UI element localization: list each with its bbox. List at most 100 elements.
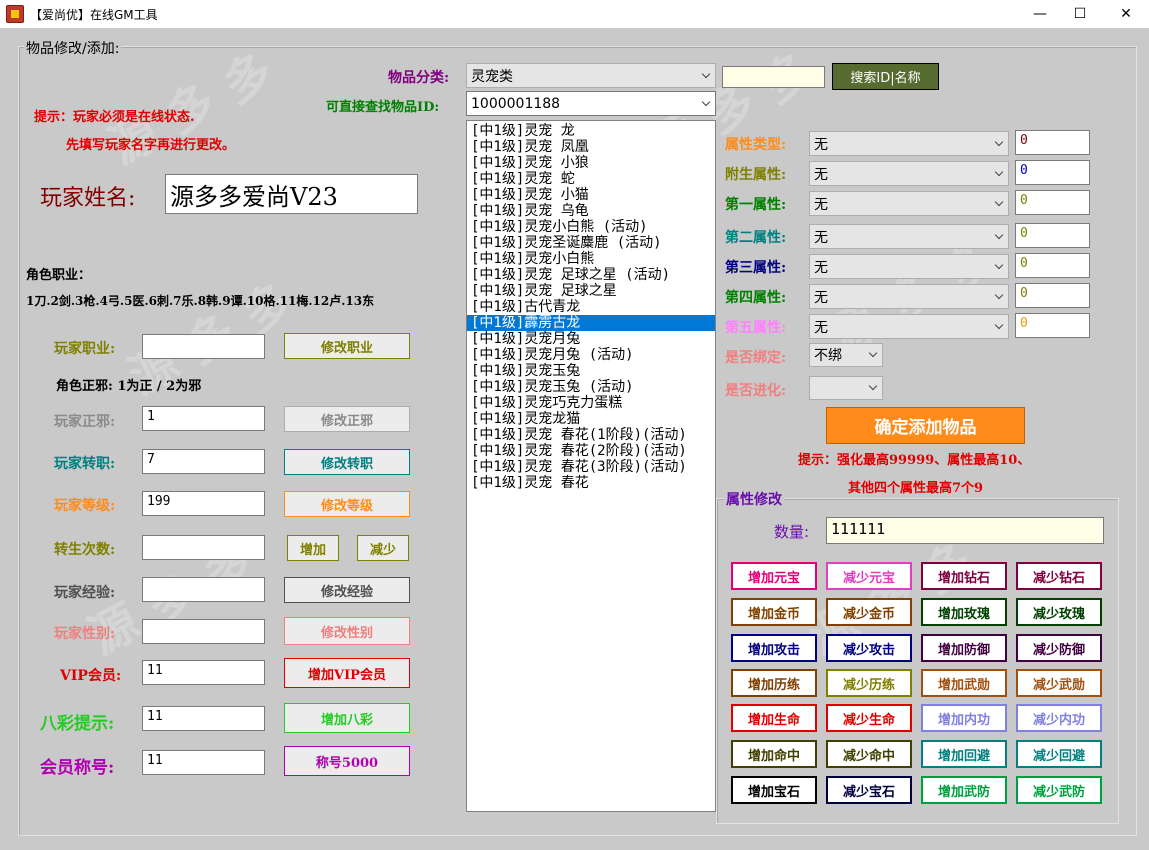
member-title-button[interactable]: 称号5000: [284, 746, 410, 776]
modify-job-button[interactable]: 修改职业: [284, 333, 410, 359]
modify-exp-button[interactable]: 修改经验: [284, 577, 410, 603]
attribute-mod-button[interactable]: 减少元宝: [826, 562, 912, 590]
evolve-select[interactable]: [809, 376, 883, 400]
attribute-mod-button[interactable]: 减少金币: [826, 598, 912, 626]
chevron-down-icon: [701, 71, 711, 81]
list-item[interactable]: [中1级]灵宠 龙: [467, 123, 715, 139]
attribute-select[interactable]: 无: [809, 191, 1009, 216]
attribute-mod-button[interactable]: 增加武勋: [921, 669, 1007, 697]
job-input[interactable]: [142, 334, 265, 359]
attribute-mod-button[interactable]: 增加生命: [731, 704, 817, 732]
list-item[interactable]: [中1级]灵宠 春花(3阶段)(活动): [467, 459, 715, 475]
attribute-number-input[interactable]: 0: [1015, 130, 1090, 155]
attribute-mod-button[interactable]: 增加历练: [731, 669, 817, 697]
attribute-mod-button[interactable]: 增加金币: [731, 598, 817, 626]
list-item[interactable]: [中1级]古代青龙: [467, 299, 715, 315]
attribute-mod-button[interactable]: 减少武勋: [1016, 669, 1102, 697]
align-input[interactable]: 1: [142, 406, 265, 431]
chevron-down-icon: [994, 139, 1004, 149]
attribute-mod-button[interactable]: 减少攻击: [826, 634, 912, 662]
add-rainbow-button[interactable]: 增加八彩: [284, 703, 410, 733]
attribute-mod-button[interactable]: 减少回避: [1016, 740, 1102, 768]
list-item[interactable]: [中1级]灵宠 乌龟: [467, 203, 715, 219]
attribute-number-input[interactable]: 0: [1015, 253, 1090, 278]
attribute-select[interactable]: 无: [809, 131, 1009, 156]
attribute-mod-button[interactable]: 减少宝石: [826, 776, 912, 804]
member-title-input[interactable]: 11: [142, 750, 265, 775]
bind-select[interactable]: 不绑: [809, 343, 883, 367]
attribute-mod-button[interactable]: 增加命中: [731, 740, 817, 768]
modify-align-button[interactable]: 修改正邪: [284, 406, 410, 432]
attribute-select[interactable]: 无: [809, 314, 1009, 339]
list-item[interactable]: [中1级]灵宠 春花: [467, 475, 715, 491]
exp-input[interactable]: [142, 577, 265, 602]
qty-input[interactable]: 111111: [826, 517, 1104, 544]
vip-input[interactable]: 11: [142, 660, 265, 685]
rebirth-input[interactable]: [142, 535, 265, 560]
list-item[interactable]: [中1级]霹雳古龙: [467, 315, 715, 331]
attribute-number-input[interactable]: 0: [1015, 160, 1090, 185]
attribute-mod-button[interactable]: 减少内功: [1016, 704, 1102, 732]
modify-transfer-button[interactable]: 修改转职: [284, 449, 410, 475]
list-item[interactable]: [中1级]灵宠 小猫: [467, 187, 715, 203]
search-button[interactable]: 搜索ID|名称: [832, 63, 939, 90]
attribute-mod-button[interactable]: 减少历练: [826, 669, 912, 697]
list-item[interactable]: [中1级]灵宠玉兔 (活动): [467, 379, 715, 395]
attribute-mod-button[interactable]: 增加攻击: [731, 634, 817, 662]
player-name-input[interactable]: 源多多爱尚V23: [165, 174, 418, 214]
attribute-number-input[interactable]: 0: [1015, 283, 1090, 308]
attribute-mod-button[interactable]: 增加宝石: [731, 776, 817, 804]
attribute-mod-button[interactable]: 增加内功: [921, 704, 1007, 732]
attribute-mod-button[interactable]: 增加元宝: [731, 562, 817, 590]
attribute-mod-button[interactable]: 减少生命: [826, 704, 912, 732]
attribute-mod-button[interactable]: 减少武防: [1016, 776, 1102, 804]
attribute-mod-button[interactable]: 增加玫瑰: [921, 598, 1007, 626]
rebirth-sub-button[interactable]: 减少: [357, 535, 409, 561]
list-item[interactable]: [中1级]灵宠 足球之星: [467, 283, 715, 299]
modify-gender-button[interactable]: 修改性别: [284, 617, 410, 645]
rainbow-input[interactable]: 11: [142, 706, 265, 731]
list-item[interactable]: [中1级]灵宠月兔: [467, 331, 715, 347]
attribute-number-input[interactable]: 0: [1015, 313, 1090, 338]
attribute-number-input[interactable]: 0: [1015, 190, 1090, 215]
attribute-mod-button[interactable]: 增加防御: [921, 634, 1007, 662]
list-item[interactable]: [中1级]灵宠 春花(2阶段)(活动): [467, 443, 715, 459]
category-select[interactable]: 灵宠类: [466, 63, 716, 88]
attribute-mod-button[interactable]: 增加武防: [921, 776, 1007, 804]
list-item[interactable]: [中1级]灵宠 足球之星 (活动): [467, 267, 715, 283]
close-button[interactable]: ✕: [1103, 0, 1149, 28]
modify-level-button[interactable]: 修改等级: [284, 491, 410, 517]
item-id-select[interactable]: 1000001188: [466, 91, 716, 116]
attribute-mod-button[interactable]: 增加回避: [921, 740, 1007, 768]
attribute-select[interactable]: 无: [809, 224, 1009, 249]
list-item[interactable]: [中1级]灵宠小白熊 (活动): [467, 219, 715, 235]
attribute-select[interactable]: 无: [809, 284, 1009, 309]
gender-input[interactable]: [142, 619, 265, 644]
list-item[interactable]: [中1级]灵宠 凤凰: [467, 139, 715, 155]
add-vip-button[interactable]: 增加VIP会员: [284, 658, 410, 688]
attribute-mod-button[interactable]: 减少钻石: [1016, 562, 1102, 590]
attribute-select[interactable]: 无: [809, 161, 1009, 186]
list-item[interactable]: [中1级]灵宠 春花(1阶段)(活动): [467, 427, 715, 443]
list-item[interactable]: [中1级]灵宠小白熊: [467, 251, 715, 267]
list-item[interactable]: [中1级]灵宠月兔 (活动): [467, 347, 715, 363]
transfer-input[interactable]: 7: [142, 449, 265, 474]
list-item[interactable]: [中1级]灵宠圣诞麋鹿 (活动): [467, 235, 715, 251]
level-input[interactable]: 199: [142, 491, 265, 516]
confirm-add-item-button[interactable]: 确定添加物品: [826, 407, 1025, 444]
attribute-select[interactable]: 无: [809, 254, 1009, 279]
search-input[interactable]: [722, 66, 825, 88]
list-item[interactable]: [中1级]灵宠龙猫: [467, 411, 715, 427]
maximize-button[interactable]: ☐: [1057, 0, 1103, 28]
list-item[interactable]: [中1级]灵宠巧克力蛋糕: [467, 395, 715, 411]
attribute-mod-button[interactable]: 减少玫瑰: [1016, 598, 1102, 626]
list-item[interactable]: [中1级]灵宠 小狼: [467, 155, 715, 171]
attribute-mod-button[interactable]: 减少命中: [826, 740, 912, 768]
attribute-mod-button[interactable]: 增加钻石: [921, 562, 1007, 590]
attribute-mod-button[interactable]: 减少防御: [1016, 634, 1102, 662]
item-listbox[interactable]: [中1级]灵宠 龙 [中1级]灵宠 凤凰 [中1级]灵宠 小狼 [中1级]灵宠 蛇 [中…: [466, 120, 716, 812]
attribute-number-input[interactable]: 0: [1015, 223, 1090, 248]
rebirth-add-button[interactable]: 增加: [287, 535, 339, 561]
list-item[interactable]: [中1级]灵宠 蛇: [467, 171, 715, 187]
list-item[interactable]: [中1级]灵宠玉兔: [467, 363, 715, 379]
